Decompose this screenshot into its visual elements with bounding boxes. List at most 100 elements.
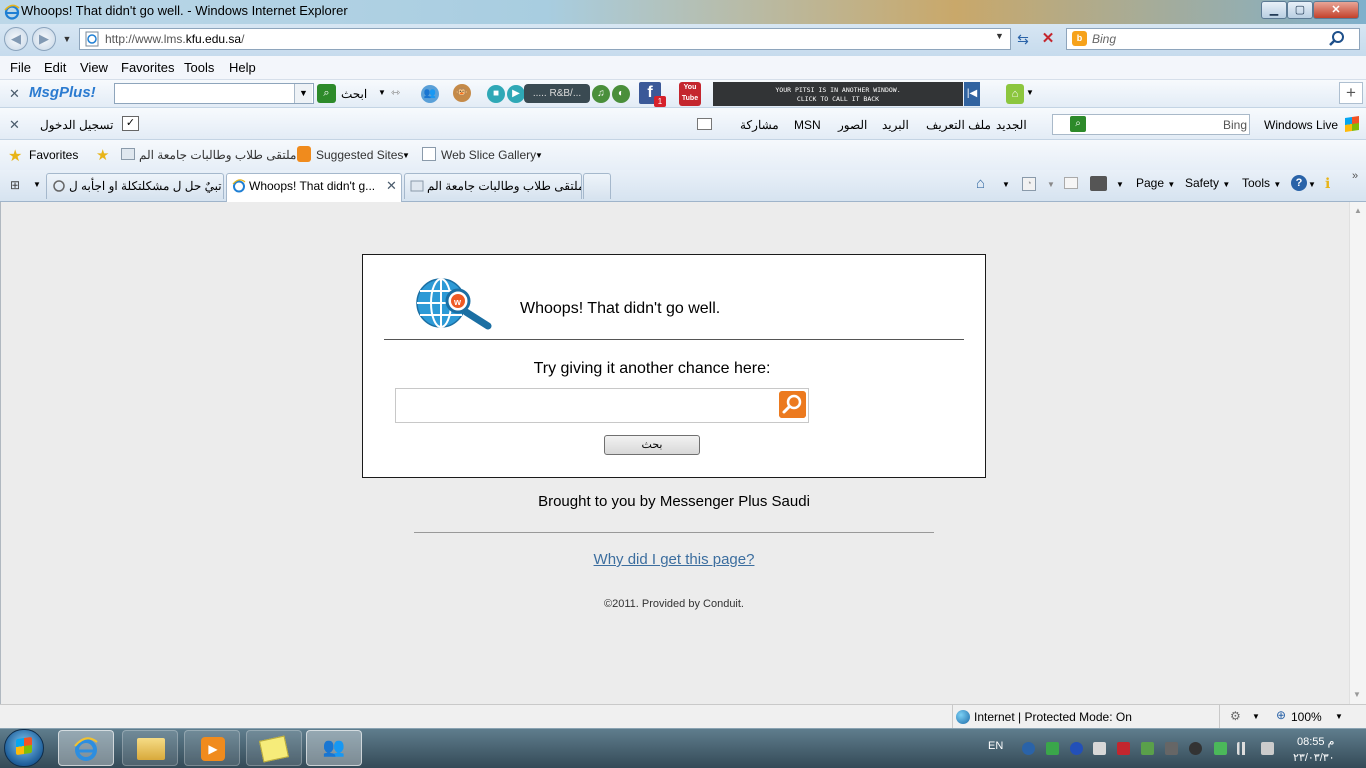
tools-menu[interactable]: Tools ▼ [1242, 176, 1281, 190]
help-icon[interactable]: ? [1291, 175, 1307, 191]
live-link-photos[interactable]: الصور [838, 118, 867, 132]
tab-2-active[interactable]: Whoops! That didn't g... [226, 173, 402, 202]
mail-icon[interactable] [1064, 177, 1078, 189]
privacy-dropdown-icon[interactable]: ▼ [1252, 712, 1260, 721]
radio-icon[interactable]: ♫ [592, 85, 610, 103]
live-link-profile[interactable]: ملف التعريف [926, 118, 991, 132]
tray-check-icon[interactable] [1214, 742, 1227, 755]
bag-icon[interactable]: ⌂ [1006, 84, 1024, 104]
search-icon[interactable] [1328, 30, 1346, 48]
web-slice-dropdown-icon[interactable]: ▼ [535, 151, 543, 160]
pitsi-widget[interactable]: YOUR PITSI IS IN ANOTHER WINDOW. CLICK TO… [713, 82, 963, 106]
live-link-mail[interactable]: البريد [882, 118, 909, 132]
maximize-button[interactable]: ▢ [1287, 1, 1313, 19]
close-toolbar-icon[interactable]: ✕ [9, 86, 20, 102]
tray-utility-icon[interactable] [1141, 742, 1154, 755]
page-menu[interactable]: Page ▼ [1136, 176, 1175, 190]
new-tab-button[interactable] [583, 173, 611, 199]
taskbar-app-sticky-notes[interactable] [246, 730, 302, 766]
close-tab-icon[interactable]: ✕ [386, 178, 397, 194]
tray-monitor-icon[interactable] [1165, 742, 1178, 755]
search-icon[interactable] [779, 391, 806, 418]
tray-flag-icon[interactable] [1117, 742, 1130, 755]
suggested-sites-dropdown-icon[interactable]: ▼ [402, 151, 410, 160]
menu-favorites[interactable]: Favorites [121, 60, 174, 75]
tray-search-icon[interactable] [1022, 742, 1035, 755]
home-dropdown-icon[interactable]: ▼ [1002, 180, 1010, 189]
tray-webcam-icon[interactable] [1189, 742, 1202, 755]
chevron-more-icon[interactable]: » [1352, 170, 1358, 182]
login-link[interactable]: تسجيل الدخول [40, 118, 113, 132]
live-search-go-icon[interactable]: ⌕ [1070, 116, 1086, 132]
monkey-icon[interactable]: 🐵 [453, 84, 471, 102]
toolbar-search-go-icon[interactable]: ⌕ [317, 84, 336, 103]
clock-date[interactable]: ٢٣/٠٣/٣٠ [1293, 751, 1335, 764]
close-window-button[interactable]: ✕ [1313, 1, 1359, 19]
radio-station-select[interactable]: ..... R&B/... [524, 84, 590, 103]
signal-strength-icon[interactable] [1237, 742, 1250, 755]
scroll-down-icon[interactable]: ▼ [1353, 690, 1361, 699]
resize-handle-icon[interactable]: ⇿ [391, 86, 400, 99]
taskbar-app-messenger[interactable]: 👥 [306, 730, 362, 766]
research-icon[interactable]: ℹ [1325, 175, 1330, 192]
menu-tools[interactable]: Tools [184, 60, 214, 75]
favorite-item-suggested-sites[interactable]: Suggested Sites [316, 148, 403, 162]
feeds-icon[interactable]: ◔ [1022, 177, 1036, 191]
msgplus-logo[interactable]: MsgPlus! [29, 84, 96, 101]
bluetooth-icon[interactable] [1070, 742, 1083, 755]
home-icon[interactable]: ⌂ [976, 175, 985, 192]
tray-device-icon[interactable] [1093, 742, 1106, 755]
live-link-share[interactable]: مشاركة [740, 118, 779, 132]
quick-tabs-icon[interactable]: ⊞ [10, 178, 20, 192]
add-toolbar-button[interactable]: + [1339, 82, 1363, 104]
address-text[interactable]: http://www.lms.kfu.edu.sa/ [105, 32, 244, 46]
live-search-placeholder[interactable]: Bing [1223, 118, 1247, 132]
taskbar-app-media-player[interactable]: ▶ [184, 730, 240, 766]
tray-network-icon[interactable] [1046, 742, 1059, 755]
live-link-new[interactable]: الجديد [996, 118, 1027, 132]
youtube-icon[interactable]: You Tube [679, 82, 701, 106]
taskbar-app-explorer[interactable] [122, 730, 178, 766]
print-icon[interactable] [1090, 176, 1107, 191]
error-search-input[interactable] [395, 388, 809, 423]
search-options-dropdown-icon[interactable]: ▼ [378, 88, 386, 97]
windows-live-brand[interactable]: Windows Live [1264, 118, 1338, 132]
search-button[interactable]: بحث [604, 435, 700, 455]
recent-pages-dropdown[interactable]: ▼ [59, 30, 75, 48]
stop-icon[interactable]: ✕ [1039, 30, 1057, 48]
privacy-icon[interactable]: ⚙ [1230, 709, 1241, 723]
favorite-item-forum[interactable]: ملتقى طلاب وطالبات جامعة الم... [139, 148, 306, 162]
tab-1[interactable]: تبيٌ حل ل مشكلتكلة او اجأبه ل ... [46, 173, 224, 199]
messenger-icon[interactable]: 👥 [421, 85, 439, 103]
windows-flag-icon[interactable] [1345, 116, 1359, 132]
back-button[interactable]: ◀ [4, 27, 28, 51]
toolbar-search-input[interactable] [114, 83, 314, 104]
close-live-toolbar-icon[interactable]: ✕ [9, 117, 20, 133]
print-dropdown-icon[interactable]: ▼ [1116, 180, 1124, 189]
toolbar-search-dropdown[interactable]: ▼ [294, 84, 312, 103]
menu-help[interactable]: Help [229, 60, 256, 75]
tab-list-dropdown-icon[interactable]: ▼ [33, 180, 41, 189]
refresh-icon[interactable]: ⇆ [1014, 30, 1032, 48]
volume-icon[interactable]: ◐ [612, 85, 630, 103]
live-link-msn[interactable]: MSN [794, 118, 821, 132]
address-dropdown-icon[interactable]: ▼ [995, 31, 1004, 41]
forward-button[interactable]: ▶ [32, 27, 56, 51]
pitsi-collapse-icon[interactable]: |◀ [964, 82, 980, 106]
screen-icon[interactable] [697, 118, 712, 130]
favorites-star-icon[interactable]: ★ [8, 146, 22, 166]
feeds-dropdown-icon[interactable]: ▼ [1047, 180, 1055, 189]
zoom-level[interactable]: 100% [1291, 710, 1322, 724]
language-indicator[interactable]: EN [988, 740, 1003, 752]
add-favorite-icon[interactable]: ★ [96, 146, 109, 164]
menu-file[interactable]: File [10, 60, 31, 75]
safety-menu[interactable]: Safety ▼ [1185, 176, 1230, 190]
menu-edit[interactable]: Edit [44, 60, 66, 75]
why-link-text[interactable]: Why did I get this page? [594, 551, 755, 568]
stop-media-icon[interactable]: ■ [487, 85, 505, 103]
clock-time[interactable]: 08:55 م [1297, 735, 1334, 748]
zoom-dropdown-icon[interactable]: ▼ [1335, 712, 1343, 721]
menu-view[interactable]: View [80, 60, 108, 75]
bag-dropdown-icon[interactable]: ▼ [1026, 88, 1034, 97]
scroll-up-icon[interactable]: ▲ [1350, 206, 1366, 215]
